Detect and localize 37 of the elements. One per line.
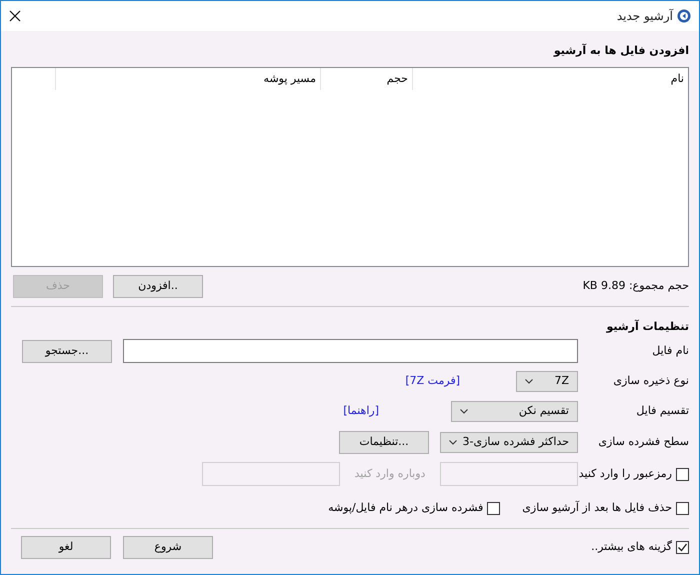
checkbox-label: رمزعبور را وارد کنید xyxy=(578,466,672,482)
checkbox-label: گزینه های بیشتر.. xyxy=(591,539,672,556)
checkbox-label: فشرده سازی درهر نام فایل/پوشه xyxy=(328,500,484,516)
dropdown[interactable]: 7Z xyxy=(516,371,578,392)
column-header[interactable]: حجم xyxy=(320,68,412,90)
field-label: سطح فشرده سازی xyxy=(597,434,689,450)
format-link[interactable]: [فرمت 7Z] xyxy=(405,373,460,390)
chevron-icon xyxy=(449,440,457,445)
settings-button[interactable]: تنظیمات... xyxy=(339,431,429,454)
column-header[interactable]: نام xyxy=(412,68,688,90)
close-icon[interactable] xyxy=(9,10,21,22)
dialog-button[interactable]: شروع xyxy=(123,536,213,559)
checkbox[interactable] xyxy=(487,502,500,514)
window-title: آرشیو جدید xyxy=(616,8,673,25)
chevron-icon xyxy=(460,409,468,414)
column-header[interactable]: مسیر پوشه xyxy=(55,68,320,90)
field-label: تقسیم فایل xyxy=(635,403,689,420)
file-name-field[interactable] xyxy=(123,339,578,363)
checkbox[interactable] xyxy=(676,502,689,514)
field-label: نام فایل xyxy=(651,342,689,359)
browse-button[interactable]: جستجو... xyxy=(22,340,112,362)
list-button[interactable]: افزودن.. xyxy=(113,275,203,298)
help-link[interactable]: [راهنما] xyxy=(343,403,379,420)
dialog-button[interactable]: لغو xyxy=(21,536,111,559)
chevron-icon xyxy=(525,379,533,384)
total-size: حجم مجموع: KB 9.89 xyxy=(582,278,689,294)
field-label: دوباره وارد کنید xyxy=(354,466,426,482)
checkbox[interactable] xyxy=(676,468,689,480)
dropdown[interactable]: حداکثر فشرده سازی-3 xyxy=(440,432,578,453)
checkbox[interactable] xyxy=(676,541,689,554)
checkbox-label: حذف فایل ها بعد از آرشیو سازی xyxy=(522,500,672,516)
section-heading: تنظیمات آرشیو xyxy=(605,319,689,335)
field-label: نوع ذخیره سازی xyxy=(612,373,689,390)
dropdown[interactable]: تقسیم نکن xyxy=(451,401,578,422)
app-icon xyxy=(677,9,691,23)
section-heading: افزودن فایل ها به آرشیو xyxy=(552,43,689,59)
file-list[interactable]: نام حجم مسیر پوشه xyxy=(11,67,689,267)
